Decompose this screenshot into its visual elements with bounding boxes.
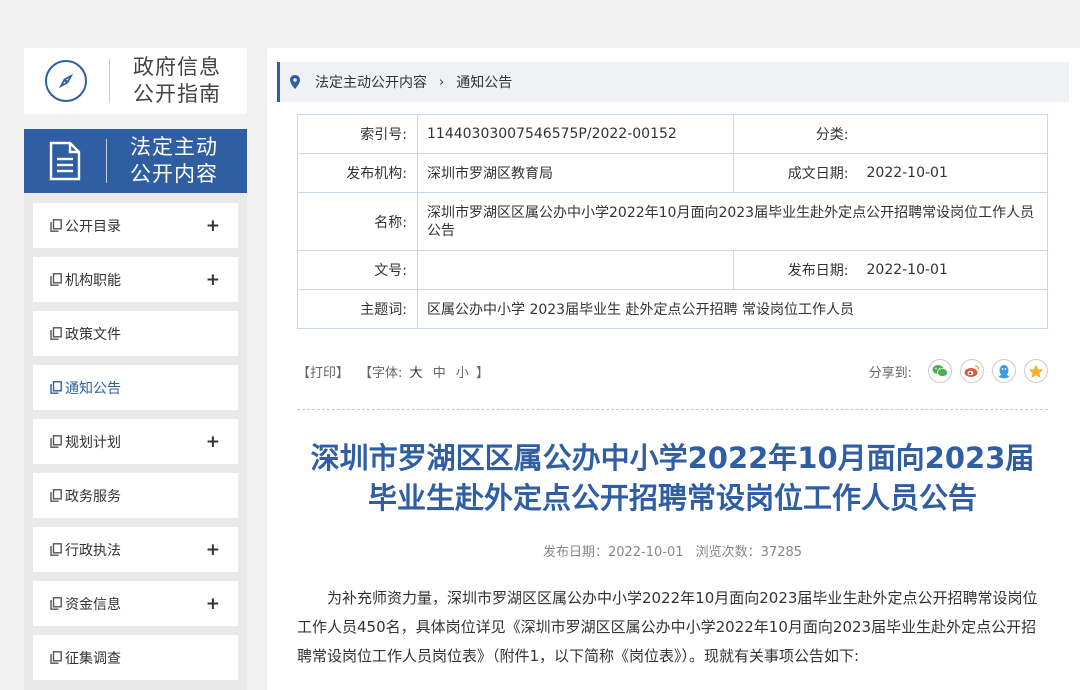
guide-title-line2: 公开指南 bbox=[133, 82, 221, 106]
sidebar-item-label: 政策文件 bbox=[65, 326, 121, 343]
sidebar-item-label: 征集调查 bbox=[65, 650, 121, 667]
table-row: 索引号: 11440303007546575P/2022-00152 分类: bbox=[297, 114, 1048, 154]
article-meta: 发布日期：2022-10-01 浏览次数：37285 bbox=[297, 541, 1048, 560]
category-label: 分类: bbox=[733, 114, 859, 154]
compass-icon bbox=[45, 60, 87, 102]
font-size-suffix: 】 bbox=[476, 365, 490, 381]
article-title: 深圳市罗湖区区属公办中小学2022年10月面向2023届毕业生赴外定点公开招聘常… bbox=[310, 441, 1035, 515]
document-icon bbox=[46, 140, 84, 182]
copy-icon bbox=[50, 381, 62, 394]
document-info-table: 索引号: 11440303007546575P/2022-00152 分类: 发… bbox=[297, 114, 1048, 329]
active-section-title: 法定主动 公开内容 bbox=[130, 134, 218, 188]
font-size-control: 【字体: 大 中 小 】 bbox=[359, 362, 489, 381]
expand-plus-icon[interactable]: + bbox=[206, 270, 220, 290]
name-label: 名称: bbox=[297, 192, 418, 251]
sidebar-item-services[interactable]: 政务服务 bbox=[33, 473, 238, 518]
sidebar-item-funds[interactable]: 资金信息 + bbox=[33, 581, 238, 626]
expand-plus-icon[interactable]: + bbox=[206, 594, 220, 614]
sidebar: 政府信息 公开指南 法定主动 公开内容 公开目录 + 机构职能 + 政策文件 通… bbox=[24, 48, 247, 690]
docno-value bbox=[417, 250, 734, 290]
copy-icon bbox=[50, 435, 62, 448]
copy-icon bbox=[50, 597, 62, 610]
star-icon bbox=[1028, 364, 1044, 378]
expand-plus-icon[interactable]: + bbox=[206, 540, 220, 560]
active-title-line2: 公开内容 bbox=[130, 162, 218, 186]
qzone-share-button[interactable] bbox=[1024, 359, 1048, 383]
sidebar-item-label: 资金信息 bbox=[65, 596, 121, 613]
created-date-value: 2022-10-01 bbox=[858, 153, 1048, 193]
sidebar-item-label: 政务服务 bbox=[65, 488, 121, 505]
breadcrumb-level2[interactable]: 通知公告 bbox=[456, 72, 512, 92]
qq-icon bbox=[999, 364, 1009, 378]
share-bar: 分享到: bbox=[869, 359, 1048, 383]
article-pubdate: 发布日期：2022-10-01 bbox=[542, 545, 684, 560]
copy-icon bbox=[50, 219, 62, 232]
font-size-prefix: 【字体: bbox=[359, 365, 403, 381]
copy-icon bbox=[50, 273, 62, 286]
docno-label: 文号: bbox=[297, 250, 418, 290]
sidebar-item-notices[interactable]: 通知公告 bbox=[33, 365, 238, 410]
expand-plus-icon[interactable]: + bbox=[206, 432, 220, 452]
print-button[interactable]: 【打印】 bbox=[297, 362, 349, 381]
sidebar-item-policy[interactable]: 政策文件 bbox=[33, 311, 238, 356]
divider bbox=[106, 139, 107, 183]
name-value: 深圳市罗湖区区属公办中小学2022年10月面向2023届毕业生赴外定点公开招聘常… bbox=[417, 192, 1048, 251]
copy-icon bbox=[50, 651, 62, 664]
article-views: 浏览次数：37285 bbox=[695, 545, 803, 560]
sidebar-item-label: 通知公告 bbox=[65, 380, 121, 397]
guide-link[interactable]: 政府信息 公开指南 bbox=[24, 48, 247, 114]
font-large-button[interactable]: 大 bbox=[410, 366, 423, 381]
main-content: 法定主动公开内容 › 通知公告 索引号: 11440303007546575P/… bbox=[267, 48, 1080, 690]
wechat-icon bbox=[932, 365, 948, 377]
weibo-share-button[interactable] bbox=[960, 359, 984, 383]
copy-icon bbox=[50, 327, 62, 340]
category-value bbox=[858, 114, 1048, 154]
index-value: 11440303007546575P/2022-00152 bbox=[417, 114, 734, 154]
copy-icon bbox=[50, 543, 62, 556]
table-row: 发布机构: 深圳市罗湖区教育局 成文日期: 2022-10-01 bbox=[297, 153, 1048, 193]
expand-plus-icon[interactable]: + bbox=[206, 216, 220, 236]
sidebar-item-label: 公开目录 bbox=[65, 218, 121, 235]
sidebar-item-label: 机构职能 bbox=[65, 272, 121, 289]
breadcrumb-separator-icon: › bbox=[439, 74, 445, 90]
active-section-link[interactable]: 法定主动 公开内容 bbox=[24, 129, 247, 193]
table-row: 文号: 发布日期: 2022-10-01 bbox=[297, 250, 1048, 290]
sidebar-menu: 公开目录 + 机构职能 + 政策文件 通知公告 规划计划 + 政务服务 行政执法… bbox=[24, 193, 247, 690]
index-label: 索引号: bbox=[297, 114, 418, 154]
sidebar-item-survey[interactable]: 征集调查 bbox=[33, 635, 238, 680]
weibo-icon bbox=[964, 365, 980, 377]
keywords-value: 区属公办中小学 2023届毕业生 赴外定点公开招聘 常设岗位工作人员 bbox=[417, 289, 1048, 329]
pubdate-label: 发布日期: bbox=[733, 250, 859, 290]
font-small-button[interactable]: 小 bbox=[456, 366, 469, 381]
share-label: 分享到: bbox=[868, 365, 912, 381]
dashed-divider bbox=[297, 409, 1048, 410]
guide-title: 政府信息 公开指南 bbox=[133, 54, 221, 108]
sidebar-item-enforcement[interactable]: 行政执法 + bbox=[33, 527, 238, 572]
pubdate-value: 2022-10-01 bbox=[858, 250, 1048, 290]
table-row: 名称: 深圳市罗湖区区属公办中小学2022年10月面向2023届毕业生赴外定点公… bbox=[297, 192, 1048, 251]
guide-title-line1: 政府信息 bbox=[133, 55, 221, 79]
sidebar-item-label: 规划计划 bbox=[65, 434, 121, 451]
active-title-line1: 法定主动 bbox=[130, 135, 218, 159]
keywords-label: 主题词: bbox=[297, 289, 418, 329]
sidebar-item-catalog[interactable]: 公开目录 + bbox=[33, 203, 238, 248]
copy-icon bbox=[50, 489, 62, 502]
article-tools: 【打印】 【字体: 大 中 小 】 分享到: bbox=[297, 356, 1048, 386]
divider bbox=[109, 59, 110, 103]
article-paragraph: 为补充师资力量，深圳市罗湖区区属公办中小学2022年10月面向2023届毕业生赴… bbox=[297, 589, 1038, 665]
sidebar-item-planning[interactable]: 规划计划 + bbox=[33, 419, 238, 464]
created-date-label: 成文日期: bbox=[733, 153, 859, 193]
publisher-label: 发布机构: bbox=[297, 153, 418, 193]
sidebar-item-label: 行政执法 bbox=[65, 542, 121, 559]
font-medium-button[interactable]: 中 bbox=[433, 366, 446, 381]
table-row: 主题词: 区属公办中小学 2023届毕业生 赴外定点公开招聘 常设岗位工作人员 bbox=[297, 289, 1048, 329]
location-pin-icon bbox=[290, 75, 300, 89]
sidebar-item-functions[interactable]: 机构职能 + bbox=[33, 257, 238, 302]
breadcrumb-level1[interactable]: 法定主动公开内容 bbox=[315, 72, 427, 92]
breadcrumb: 法定主动公开内容 › 通知公告 bbox=[277, 62, 1069, 102]
publisher-value: 深圳市罗湖区教育局 bbox=[417, 153, 734, 193]
qq-share-button[interactable] bbox=[992, 359, 1016, 383]
wechat-share-button[interactable] bbox=[928, 359, 952, 383]
